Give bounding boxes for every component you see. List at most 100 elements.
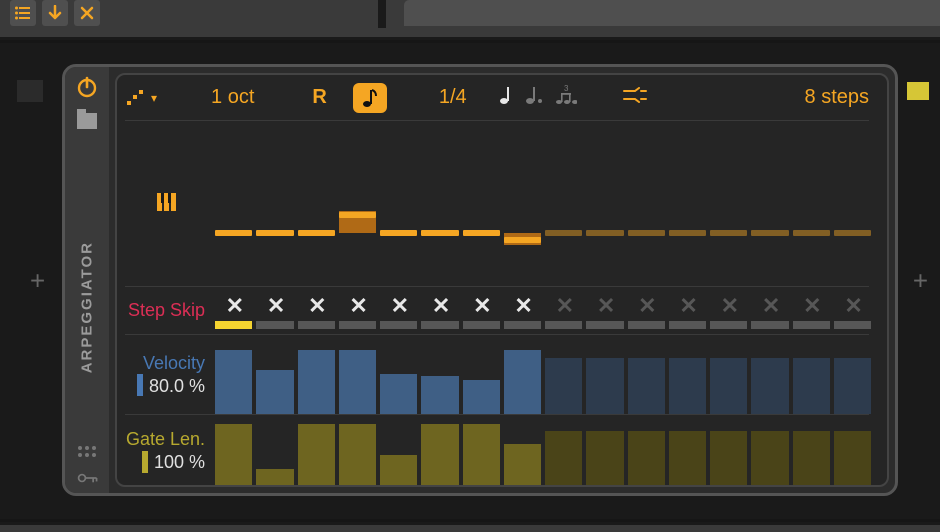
gate-step[interactable] [710,431,747,487]
velocity-step[interactable] [504,350,541,414]
gate-step[interactable] [628,431,665,487]
step-skip-toggle[interactable]: ✕ [803,293,821,319]
power-icon[interactable] [75,75,99,99]
velocity-step[interactable] [298,350,335,414]
step-skip-toggle[interactable]: ✕ [721,293,739,319]
arrow-down-icon[interactable] [42,0,68,26]
step-skip-toggle[interactable]: ✕ [267,293,285,319]
step-skip-toggle[interactable]: ✕ [679,293,697,319]
timing-dotted-icon[interactable] [525,85,543,111]
prev-device-handle[interactable] [17,80,43,102]
gate-step[interactable] [463,424,500,487]
gate-step[interactable] [545,431,582,487]
gate-step[interactable] [751,431,788,487]
drag-handle-icon[interactable] [78,446,96,457]
pitch-step-line[interactable] [215,230,252,236]
step-skip-toggle[interactable]: ✕ [308,293,326,319]
gate-step[interactable] [421,424,458,487]
gate-step[interactable] [793,431,830,487]
velocity-label: Velocity [143,353,205,374]
pitch-step-line[interactable] [504,237,541,243]
pitch-step-line[interactable] [628,230,665,236]
gate-step[interactable] [298,424,335,487]
pitch-step-line[interactable] [298,230,335,236]
step-count[interactable]: 8 steps [805,86,869,109]
gate-step[interactable] [339,424,376,487]
pitch-step-line[interactable] [751,230,788,236]
pitch-step-line[interactable] [586,230,623,236]
step-indicator [463,321,500,329]
folder-icon[interactable] [77,113,97,129]
arp-mode-icon[interactable] [125,88,145,108]
step-skip-toggle[interactable]: ✕ [844,293,862,319]
velocity-step[interactable] [834,358,871,414]
pitch-step-line[interactable] [669,230,706,236]
pitch-step-line[interactable] [380,230,417,236]
gate-step[interactable] [669,431,706,487]
timing-mode-group: 3 [499,85,577,111]
step-skip-toggle[interactable]: ✕ [514,293,532,319]
octave-range[interactable]: 1 oct [211,86,254,109]
timing-triplet-icon[interactable]: 3 [555,85,577,111]
step-skip-toggle[interactable]: ✕ [432,293,450,319]
pitch-step-line[interactable] [339,212,376,218]
gate-step[interactable] [215,424,252,487]
pitch-step-line[interactable] [256,230,293,236]
step-skip-grid[interactable]: ✕ ✕ ✕ ✕ ✕ ✕ ✕ ✕ ✕ ✕ ✕ ✕ ✕ ✕ ✕ ✕ [215,287,869,334]
step-indicator [793,321,830,329]
velocity-step[interactable] [628,358,665,414]
velocity-step[interactable] [586,358,623,414]
gate-step[interactable] [834,431,871,487]
step-skip-lane: Step Skip ✕✕✕✕✕✕✕✕✕✕✕✕✕✕✕✕ [125,287,869,335]
velocity-step[interactable] [793,358,830,414]
pitch-step-line[interactable] [834,230,871,236]
gate-value[interactable]: 100 % [154,452,205,473]
velocity-step[interactable] [339,350,376,414]
gate-step[interactable] [504,444,541,487]
note-mode-button[interactable] [353,83,387,113]
velocity-step[interactable] [545,358,582,414]
next-device-handle[interactable] [907,82,929,100]
pitch-step-line[interactable] [793,230,830,236]
timing-straight-icon[interactable] [499,85,513,111]
step-skip-toggle[interactable]: ✕ [597,293,615,319]
step-skip-toggle[interactable]: ✕ [556,293,574,319]
velocity-step[interactable] [256,370,293,414]
velocity-step[interactable] [215,350,252,414]
pitch-step-line[interactable] [463,230,500,236]
gate-step[interactable] [586,431,623,487]
pitch-step-line[interactable] [421,230,458,236]
step-skip-toggle[interactable]: ✕ [226,293,244,319]
arp-mode-menu-caret-icon[interactable]: ▾ [151,91,157,105]
gate-grid[interactable] [215,415,869,487]
rate-value[interactable]: 1/4 [439,86,467,109]
step-indicator [215,321,252,329]
step-skip-toggle[interactable]: ✕ [391,293,409,319]
velocity-step[interactable] [380,374,417,414]
velocity-step[interactable] [710,358,747,414]
step-skip-toggle[interactable]: ✕ [762,293,780,319]
pitch-lane-icon [155,189,181,218]
pitch-grid[interactable] [215,121,869,286]
velocity-value[interactable]: 80.0 % [149,376,205,397]
retrigger-toggle[interactable]: R [312,86,326,109]
shuffle-icon[interactable] [623,86,647,109]
velocity-step[interactable] [421,376,458,414]
velocity-step[interactable] [463,380,500,414]
list-icon[interactable] [10,0,36,26]
step-skip-toggle[interactable]: ✕ [473,293,491,319]
gate-step[interactable] [380,455,417,487]
add-device-after-button[interactable]: + [913,266,928,297]
add-device-before-button[interactable]: + [30,266,45,297]
step-skip-toggle[interactable]: ✕ [638,293,656,319]
gate-step[interactable] [256,469,293,487]
velocity-step[interactable] [669,358,706,414]
velocity-step[interactable] [751,358,788,414]
step-skip-toggle[interactable]: ✕ [349,293,367,319]
pitch-step-line[interactable] [710,230,747,236]
close-icon[interactable] [74,0,100,26]
key-icon[interactable] [77,471,97,483]
gate-indicator-bar [142,451,148,473]
pitch-step-line[interactable] [545,230,582,236]
velocity-grid[interactable] [215,335,869,414]
